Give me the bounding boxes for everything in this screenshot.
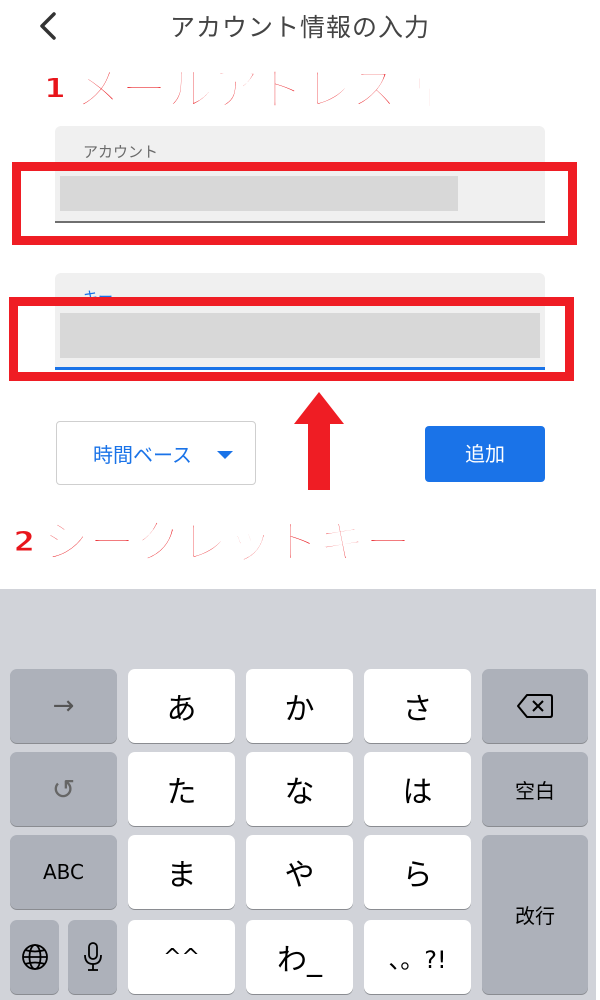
key-ya[interactable]: や [246, 835, 353, 909]
key-ha[interactable]: は [364, 752, 471, 826]
key-ra[interactable]: ら [364, 835, 471, 909]
annotation-highlight-key [9, 297, 574, 381]
key-return[interactable]: 改行 [482, 835, 588, 994]
key-next-arrow[interactable]: → [10, 669, 117, 743]
key-ma[interactable]: ま [128, 835, 235, 909]
annotation-highlight-account [12, 162, 577, 245]
annotation-step1: ①メールアドレス等 [35, 61, 444, 117]
key-type-select[interactable]: 時間ベース [56, 421, 256, 485]
caret-down-icon [217, 451, 233, 459]
key-kaomoji[interactable]: ^^ [128, 920, 235, 994]
key-ta[interactable]: た [128, 752, 235, 826]
key-a[interactable]: あ [128, 669, 235, 743]
key-ka[interactable]: か [246, 669, 353, 743]
key-wa[interactable]: わ_ [246, 920, 353, 994]
annotation-step2: ②シークレットキー [3, 514, 412, 570]
key-undo[interactable]: ↺ [10, 752, 117, 826]
microphone-icon[interactable] [68, 920, 117, 994]
key-na[interactable]: な [246, 752, 353, 826]
key-sa[interactable]: さ [364, 669, 471, 743]
annotation-arrow-up-icon [294, 392, 344, 490]
add-button[interactable]: 追加 [425, 426, 545, 482]
key-type-value: 時間ベース [93, 443, 192, 467]
key-space[interactable]: 空白 [482, 752, 588, 826]
account-field-label: アカウント [83, 143, 159, 161]
japanese-kana-keyboard: → ↺ ABC あ か さ た な は ま や ら ^^ わ_ 、。?! 空白 … [0, 589, 596, 1000]
key-abc[interactable]: ABC [10, 835, 117, 909]
globe-icon[interactable] [10, 920, 59, 994]
backspace-icon[interactable] [482, 669, 588, 743]
key-punctuation[interactable]: 、。?! [364, 920, 471, 994]
page-title: アカウント情報の入力 [169, 13, 430, 42]
